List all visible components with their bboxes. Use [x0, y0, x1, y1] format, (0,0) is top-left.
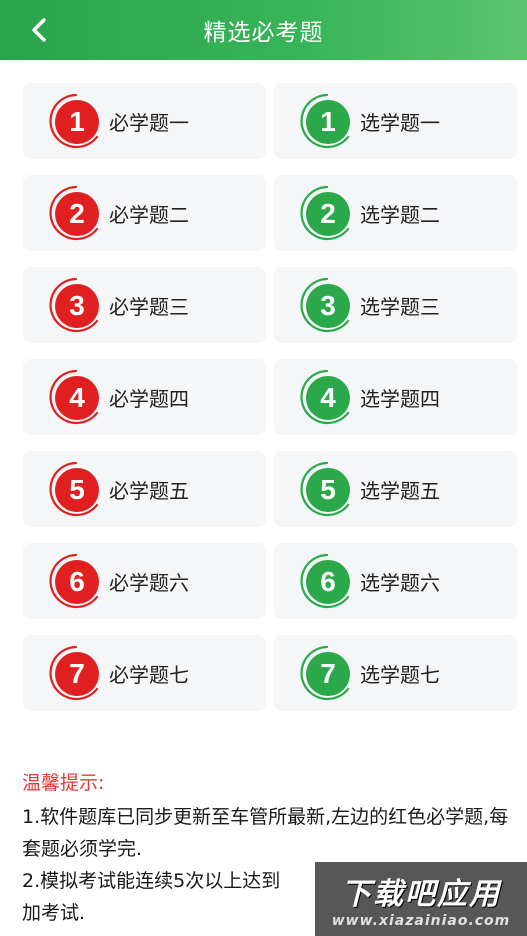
required-question-card-4[interactable]: 4 必学题四	[23, 359, 266, 435]
badge-number: 2	[306, 192, 350, 236]
required-question-card-6[interactable]: 6 必学题六	[23, 543, 266, 619]
badge-number: 3	[306, 284, 350, 328]
number-badge: 4	[47, 368, 105, 426]
badge-number: 4	[306, 376, 350, 420]
card-label: 必学题五	[109, 478, 189, 503]
badge-number: 7	[55, 652, 99, 696]
number-badge: 2	[298, 184, 356, 242]
number-badge: 1	[298, 92, 356, 150]
required-question-card-3[interactable]: 3 必学题三	[23, 267, 266, 343]
card-label: 必学题四	[109, 386, 189, 411]
card-label: 选学题六	[360, 570, 440, 595]
question-grid: 1 必学题一 1 选学题一 2 必学题二 2 选学题二 3 必学题三 3 选学题三 4 必学题四 4 选学题四…	[23, 83, 517, 711]
required-question-card-1[interactable]: 1 必学题一	[23, 83, 266, 159]
elective-question-card-2[interactable]: 2 选学题二	[274, 175, 517, 251]
app-header: 精选必考题	[0, 0, 527, 60]
badge-number: 4	[55, 376, 99, 420]
tips-title: 温馨提示:	[22, 772, 105, 794]
card-label: 选学题三	[360, 294, 440, 319]
card-label: 必学题六	[109, 570, 189, 595]
badge-number: 1	[55, 100, 99, 144]
badge-number: 5	[55, 468, 99, 512]
number-badge: 5	[298, 460, 356, 518]
badge-number: 1	[306, 100, 350, 144]
number-badge: 7	[47, 644, 105, 702]
elective-question-card-7[interactable]: 7 选学题七	[274, 635, 517, 711]
watermark: 下载吧应用 www.xiazainiao.com	[315, 862, 527, 936]
badge-number: 3	[55, 284, 99, 328]
number-badge: 3	[298, 276, 356, 334]
watermark-logo: 下载吧应用	[341, 877, 501, 912]
card-label: 选学题五	[360, 478, 440, 503]
number-badge: 6	[47, 552, 105, 610]
elective-question-card-3[interactable]: 3 选学题三	[274, 267, 517, 343]
number-badge: 7	[298, 644, 356, 702]
card-label: 选学题一	[360, 110, 440, 135]
back-button[interactable]	[22, 13, 56, 47]
badge-number: 5	[306, 468, 350, 512]
page-title: 精选必考题	[203, 20, 324, 46]
card-label: 选学题四	[360, 386, 440, 411]
required-question-card-2[interactable]: 2 必学题二	[23, 175, 266, 251]
badge-number: 6	[306, 560, 350, 604]
number-badge: 3	[47, 276, 105, 334]
watermark-url: www.xiazainiao.com	[331, 913, 511, 929]
card-label: 必学题一	[109, 110, 189, 135]
elective-question-card-1[interactable]: 1 选学题一	[274, 83, 517, 159]
number-badge: 2	[47, 184, 105, 242]
elective-question-card-4[interactable]: 4 选学题四	[274, 359, 517, 435]
card-label: 必学题三	[109, 294, 189, 319]
required-question-card-7[interactable]: 7 必学题七	[23, 635, 266, 711]
elective-question-card-5[interactable]: 5 选学题五	[274, 451, 517, 527]
number-badge: 5	[47, 460, 105, 518]
card-label: 必学题七	[109, 662, 189, 687]
card-label: 选学题二	[360, 202, 440, 227]
card-label: 选学题七	[360, 662, 440, 687]
badge-number: 6	[55, 560, 99, 604]
badge-number: 7	[306, 652, 350, 696]
badge-number: 2	[55, 192, 99, 236]
number-badge: 6	[298, 552, 356, 610]
tips-line-1: 1.软件题库已同步更新至车管所最新,左边的红色必学题,每套题必须学完.	[22, 806, 509, 860]
elective-question-card-6[interactable]: 6 选学题六	[274, 543, 517, 619]
card-label: 必学题二	[109, 202, 189, 227]
chevron-left-icon	[32, 18, 46, 42]
required-question-card-5[interactable]: 5 必学题五	[23, 451, 266, 527]
number-badge: 4	[298, 368, 356, 426]
number-badge: 1	[47, 92, 105, 150]
